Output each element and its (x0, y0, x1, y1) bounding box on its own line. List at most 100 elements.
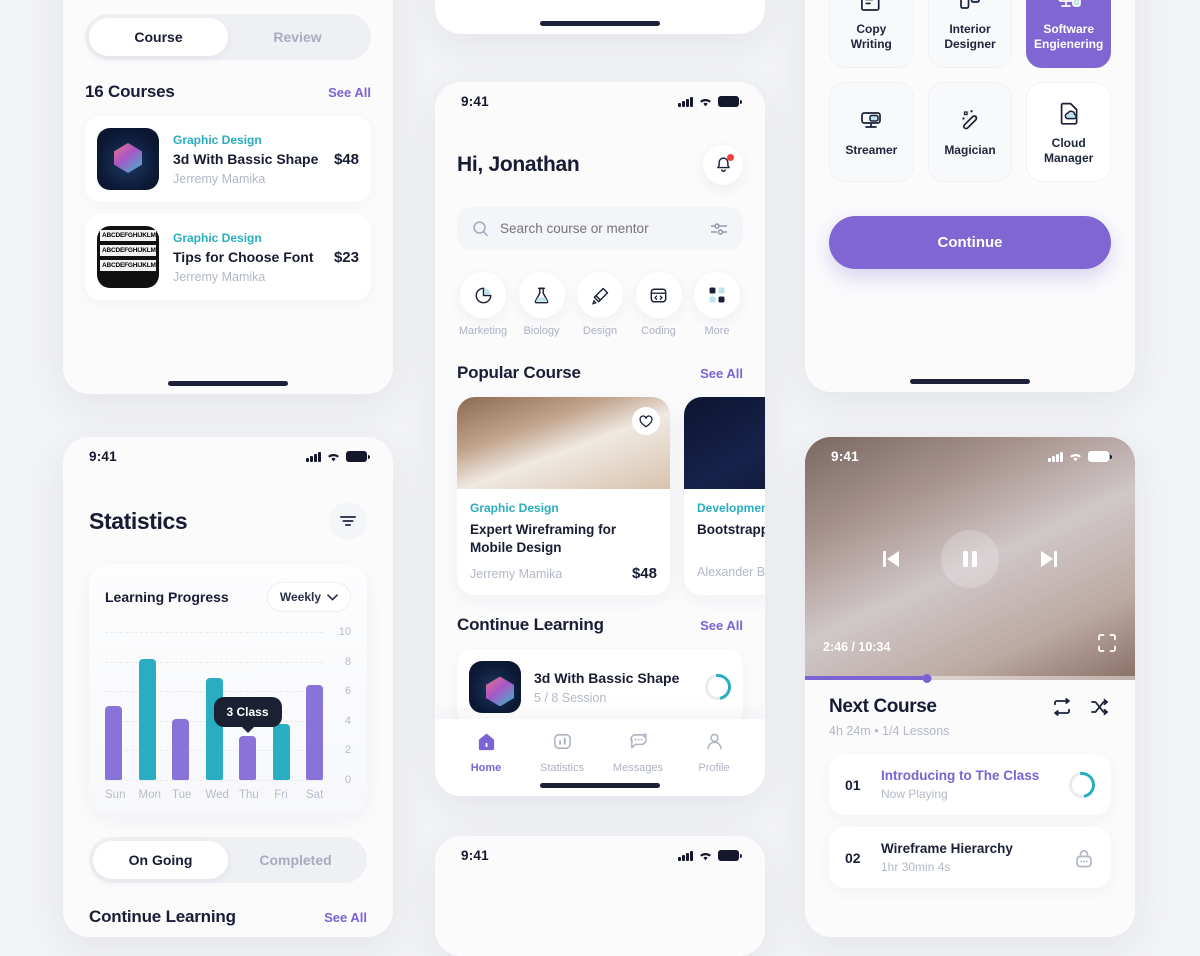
tab-label: Statistics (539, 762, 584, 774)
popular-course-carousel[interactable]: Graphic Design Expert Wireframing for Mo… (435, 397, 765, 596)
chart-y-tick: 2 (344, 744, 351, 757)
tab-statistics[interactable]: Statistics (533, 731, 591, 774)
chart-x-tick: Fri (274, 789, 288, 801)
monitor-server-icon (1058, 0, 1081, 7)
page-title: Statistics (89, 507, 188, 534)
ongoing-completed-toggle[interactable]: On Going Completed (89, 837, 367, 883)
bell-icon[interactable] (703, 145, 743, 185)
lesson-title: Wireframe Hierarchy (881, 841, 1013, 856)
search-bar[interactable] (457, 207, 743, 250)
chart-title: Learning Progress (105, 589, 229, 605)
chart-y-tick: 4 (344, 714, 351, 727)
chart-x-tick: Sat (306, 789, 324, 801)
course-category: Graphic Design (173, 230, 262, 245)
category-grid: Copy Writing Interior Designer Software … (829, 0, 1111, 182)
chart-x-tick: Sun (105, 789, 126, 801)
chart-bar-mon[interactable] (138, 658, 156, 780)
courses-see-all[interactable]: See All (328, 85, 371, 100)
player-screen: 9:41 2:46 / 10:34 Next Course 4h 24m • 1… (805, 437, 1135, 937)
chart-bar-wed[interactable] (205, 677, 223, 780)
continue-button[interactable]: Continue (829, 216, 1111, 269)
next-course-meta: 4h 24m • 1/4 Lessons (829, 724, 950, 738)
course-category: Development (697, 501, 765, 515)
courses-count: 16 Courses (85, 82, 175, 101)
category-card-magician[interactable]: Magician (927, 82, 1013, 182)
category-marketing[interactable]: Marketing (457, 272, 509, 337)
video-player[interactable]: 9:41 2:46 / 10:34 (805, 437, 1135, 683)
search-input[interactable] (500, 221, 699, 236)
message-icon (629, 733, 647, 749)
status-time: 9:41 (461, 94, 489, 109)
pause-icon[interactable] (941, 529, 999, 588)
range-value: Weekly (279, 590, 321, 604)
shuffle-icon[interactable] (1089, 698, 1111, 716)
popular-see-all[interactable]: See All (700, 366, 743, 381)
table-row[interactable]: ABCDEFGHIJKLM ABCDEFGHIJKLM ABCDEFGHIJKL… (85, 214, 371, 300)
chart-tooltip: 3 Class (213, 696, 282, 727)
tab-on-going[interactable]: On Going (93, 841, 228, 879)
range-select[interactable]: Weekly (266, 582, 351, 612)
tab-completed[interactable]: Completed (228, 841, 363, 879)
popular-course-card[interactable]: Development Bootstrapping Principles Ale… (684, 397, 765, 596)
repeat-icon[interactable] (1051, 698, 1073, 716)
tab-course[interactable]: Course (89, 18, 228, 56)
chart-bar-thu[interactable] (239, 735, 256, 780)
chart-y-axis: 0 2 4 6 8 10 (325, 626, 351, 786)
chart-bar-sat[interactable] (306, 685, 323, 780)
tab-home[interactable]: Home (457, 731, 515, 774)
category-card-interior-designer[interactable]: Interior Designer (927, 0, 1013, 68)
sliders-icon[interactable] (710, 222, 728, 236)
tab-profile[interactable]: Profile (685, 731, 743, 774)
lock-icon (1076, 849, 1092, 867)
popular-course-card[interactable]: Graphic Design Expert Wireframing for Mo… (457, 397, 670, 596)
category-biology[interactable]: Biology (516, 272, 568, 337)
category-card-copy-writing[interactable]: Copy Writing (829, 0, 914, 68)
continue-learning-see-all[interactable]: See All (324, 910, 367, 925)
progress-ring-icon (699, 669, 737, 706)
home-icon (478, 733, 494, 751)
chevron-down-icon (327, 593, 338, 601)
fullscreen-icon[interactable] (1097, 633, 1117, 658)
category-label: Marketing (458, 325, 508, 337)
person-icon (706, 733, 722, 750)
table-row[interactable]: Graphic Design 3d With Bassic Shape Jerr… (85, 116, 371, 202)
list-item[interactable]: 02 Wireframe Hierarchy 1hr 30min 4s (829, 827, 1111, 888)
continue-learning-see-all[interactable]: See All (700, 618, 743, 633)
thumb-text-line: ABCDEFGHIJKLM (100, 245, 156, 256)
filter-icon[interactable] (329, 502, 367, 540)
course-title: Bootstrapping Principles (697, 522, 765, 537)
next-icon[interactable] (1035, 548, 1061, 570)
player-progress-bar[interactable] (805, 673, 1135, 683)
battery-icon (718, 96, 742, 107)
popular-course-header: Popular Course See All (457, 363, 743, 383)
category-coding[interactable]: Coding (633, 272, 685, 337)
battery-icon (346, 451, 370, 462)
course-review-toggle[interactable]: Course Review (85, 14, 371, 60)
courses-section-header: 16 Courses See All (85, 82, 371, 102)
tab-review[interactable]: Review (228, 18, 367, 56)
chart-bar-sun[interactable] (105, 706, 122, 780)
status-bar: 9:41 (805, 437, 1135, 464)
chart-y-tick: 0 (344, 774, 351, 786)
category-card-cloud-manager[interactable]: Cloud Manager (1026, 82, 1111, 182)
chart-y-tick: 6 (344, 685, 351, 698)
category-card-software-engienering[interactable]: Software Engienering (1026, 0, 1111, 68)
tab-messages[interactable]: Messages (609, 731, 667, 774)
course-price: $48 (631, 565, 657, 583)
chart-bar-fri[interactable] (272, 723, 290, 780)
category-more[interactable]: More (691, 272, 743, 337)
heart-icon[interactable] (632, 407, 660, 435)
list-item[interactable]: 01 Introducing to The Class Now Playing (829, 754, 1111, 815)
category-label: More (704, 325, 730, 337)
player-timestamp: 2:46 / 10:34 (823, 640, 891, 654)
cloud-file-icon (1060, 102, 1078, 125)
category-card-streamer[interactable]: Streamer (829, 82, 914, 182)
category-design[interactable]: Design (574, 272, 626, 337)
continue-learning-item[interactable]: 3d With Bassic Shape 5 / 8 Session (457, 649, 743, 726)
wifi-icon (700, 852, 711, 860)
chart-bar-tue[interactable] (172, 719, 189, 780)
category-label: Design (582, 325, 618, 337)
previous-icon[interactable] (879, 548, 905, 570)
home-indicator (168, 381, 288, 386)
screenshot-canvas: Course Review 16 Courses See All Graphic… (0, 0, 1200, 956)
